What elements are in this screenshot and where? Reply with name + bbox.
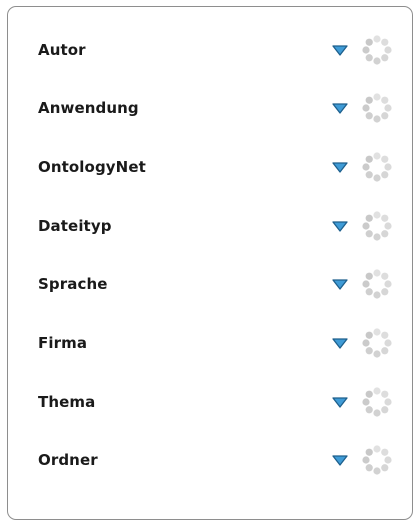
- loading-spinner-icon: [360, 443, 394, 477]
- filter-row-thema: Thema: [8, 382, 412, 422]
- triangle-down-icon[interactable]: [329, 333, 351, 353]
- filter-label: Thema: [38, 393, 96, 411]
- triangle-down-icon[interactable]: [329, 216, 351, 236]
- filter-row-firma: Firma: [8, 323, 412, 363]
- triangle-down-icon[interactable]: [329, 157, 351, 177]
- filter-row-anwendung: Anwendung: [8, 88, 412, 128]
- filter-row-ontologynet: OntologyNet: [8, 147, 412, 187]
- loading-spinner-icon: [360, 385, 394, 419]
- loading-spinner-icon: [360, 150, 394, 184]
- filter-label: Dateityp: [38, 217, 112, 235]
- triangle-down-icon[interactable]: [329, 274, 351, 294]
- triangle-down-icon[interactable]: [329, 40, 351, 60]
- filter-label: Firma: [38, 334, 88, 352]
- triangle-down-icon[interactable]: [329, 450, 351, 470]
- filter-panel: Autor Anwendung OntologyNet Dateityp Spr…: [7, 6, 413, 520]
- filter-label: Anwendung: [38, 99, 139, 117]
- filter-row-autor: Autor: [8, 30, 412, 70]
- filter-label: Ordner: [38, 451, 98, 469]
- filter-label: OntologyNet: [38, 158, 146, 176]
- filter-row-sprache: Sprache: [8, 264, 412, 304]
- filter-row-dateityp: Dateityp: [8, 206, 412, 246]
- filter-label: Sprache: [38, 275, 108, 293]
- triangle-down-icon[interactable]: [329, 98, 351, 118]
- loading-spinner-icon: [360, 209, 394, 243]
- loading-spinner-icon: [360, 91, 394, 125]
- loading-spinner-icon: [360, 267, 394, 301]
- loading-spinner-icon: [360, 33, 394, 67]
- loading-spinner-icon: [360, 326, 394, 360]
- triangle-down-icon[interactable]: [329, 392, 351, 412]
- filter-row-ordner: Ordner: [8, 440, 412, 480]
- filter-label: Autor: [38, 41, 86, 59]
